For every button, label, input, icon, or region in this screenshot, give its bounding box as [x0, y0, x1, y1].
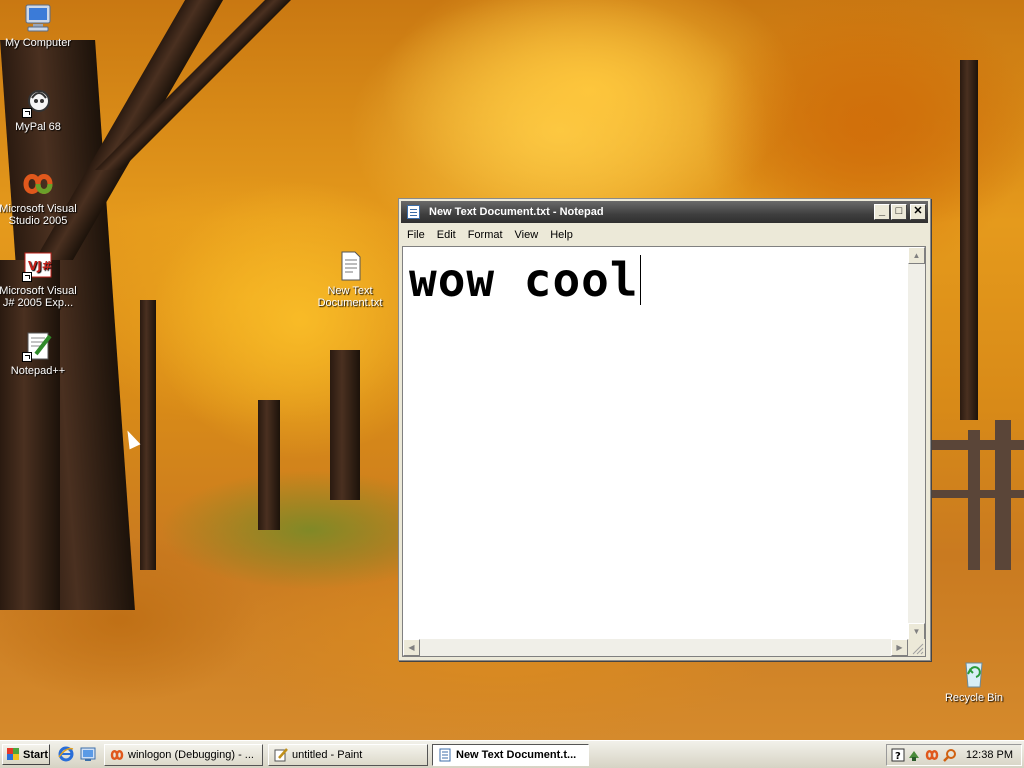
recycle-bin-icon	[958, 657, 990, 689]
menu-bar: File Edit Format View Help	[401, 226, 928, 244]
window-title: New Text Document.txt - Notepad	[429, 206, 604, 218]
wallpaper-fence	[932, 490, 1024, 498]
menu-view[interactable]: View	[509, 226, 545, 244]
desktop-icon-new-text-document[interactable]: New Text Document.txt	[310, 250, 390, 309]
start-label: Start	[23, 749, 49, 761]
taskbar-button-winlogon[interactable]: winlogon (Debugging) - ...	[104, 744, 263, 766]
menu-edit[interactable]: Edit	[431, 226, 462, 244]
clock[interactable]: 12:38 PM	[966, 749, 1013, 761]
start-button[interactable]: Start	[2, 744, 50, 765]
my-computer-icon	[22, 2, 54, 34]
desktop-icon-label: My Computer	[4, 37, 72, 49]
search-icon[interactable]	[943, 748, 957, 762]
menu-help[interactable]: Help	[544, 226, 579, 244]
svg-text:VJ#: VJ#	[28, 259, 52, 273]
taskbar-button-label: untitled - Paint	[292, 749, 363, 761]
resize-grip-icon[interactable]	[908, 639, 925, 656]
shortcut-arrow-icon	[22, 272, 32, 282]
minimize-button[interactable]: _	[874, 204, 890, 220]
shortcut-arrow-icon	[22, 108, 32, 118]
paint-icon	[274, 748, 288, 762]
close-button[interactable]: ✕	[910, 204, 926, 220]
notepad-icon[interactable]	[407, 205, 420, 219]
scroll-left-arrow-icon[interactable]: ◀	[403, 639, 420, 656]
desktop-icon-label: Microsoft Visual J# 2005 Exp...	[0, 285, 77, 309]
text-document-icon	[334, 250, 366, 282]
wallpaper-tree-trunk	[140, 300, 156, 570]
notepad-icon	[438, 748, 452, 762]
taskbar: Start winlogon (Debugging) - ... untitle…	[0, 740, 1024, 768]
vertical-scrollbar[interactable]: ▲ ▼	[908, 247, 925, 640]
desktop-icon-visual-jsharp[interactable]: VJ# Microsoft Visual J# 2005 Exp...	[0, 250, 78, 309]
maximize-button[interactable]: □	[891, 204, 907, 220]
wallpaper-fence	[968, 430, 980, 570]
scroll-up-arrow-icon[interactable]: ▲	[908, 247, 925, 264]
text-editor-area[interactable]: wow cool ▲ ▼ ◀ ▶	[402, 246, 926, 657]
editor-text-line[interactable]: wow cool	[409, 255, 641, 305]
desktop-icon-visual-studio[interactable]: Microsoft Visual Studio 2005	[0, 168, 78, 227]
help-icon[interactable]: ?	[891, 748, 905, 762]
visual-studio-icon	[22, 168, 54, 200]
scroll-right-arrow-icon[interactable]: ▶	[891, 639, 908, 656]
visual-jsharp-icon: VJ#	[22, 250, 54, 282]
wallpaper-fence	[930, 440, 1024, 450]
editor-content: wow cool	[409, 253, 639, 307]
desktop-icon-label: Microsoft Visual Studio 2005	[0, 203, 77, 227]
menu-file[interactable]: File	[401, 226, 431, 244]
taskbar-button-label: New Text Document.t...	[456, 749, 577, 761]
desktop-icon-notepadpp[interactable]: Notepad++	[0, 330, 78, 377]
taskbar-button-paint[interactable]: untitled - Paint	[268, 744, 428, 766]
mouse-cursor-icon	[122, 427, 141, 450]
menu-format[interactable]: Format	[462, 226, 509, 244]
desktop-icon-my-computer[interactable]: My Computer	[0, 2, 78, 49]
notepad-window[interactable]: New Text Document.txt - Notepad _ □ ✕ Fi…	[398, 198, 931, 661]
desktop-icon-mypal[interactable]: MyPal 68	[0, 86, 78, 133]
notepadpp-icon	[22, 330, 54, 362]
wallpaper-tree-trunk	[330, 350, 360, 500]
desktop-icon-label: New Text Document.txt	[317, 285, 383, 309]
shortcut-arrow-icon	[22, 352, 32, 362]
desktop-icon-label: Recycle Bin	[944, 692, 1004, 704]
desktop-icon-recycle-bin[interactable]: Recycle Bin	[934, 657, 1014, 704]
show-desktop-icon[interactable]	[80, 746, 96, 762]
horizontal-scrollbar[interactable]: ◀ ▶	[403, 639, 908, 656]
svg-text:?: ?	[895, 751, 901, 762]
scroll-down-arrow-icon[interactable]: ▼	[908, 623, 925, 640]
desktop-icon-label: Notepad++	[10, 365, 66, 377]
wallpaper-tree-trunk	[960, 60, 978, 420]
text-caret	[639, 255, 641, 305]
network-icon[interactable]	[907, 748, 921, 762]
wallpaper-tree-trunk	[258, 400, 280, 530]
taskbar-button-label: winlogon (Debugging) - ...	[128, 749, 254, 761]
windows-flag-icon	[7, 748, 19, 760]
visual-studio-tray-icon[interactable]	[925, 748, 939, 762]
internet-explorer-icon[interactable]	[58, 746, 74, 762]
title-bar[interactable]: New Text Document.txt - Notepad _ □ ✕	[401, 201, 928, 223]
wallpaper-tree-trunk	[0, 260, 60, 610]
taskbar-button-notepad[interactable]: New Text Document.t...	[432, 744, 589, 766]
visual-studio-icon	[110, 748, 124, 762]
system-tray: ? 12:38 PM	[886, 744, 1022, 766]
mypal-icon	[22, 86, 54, 118]
desktop-icon-label: MyPal 68	[15, 121, 61, 133]
